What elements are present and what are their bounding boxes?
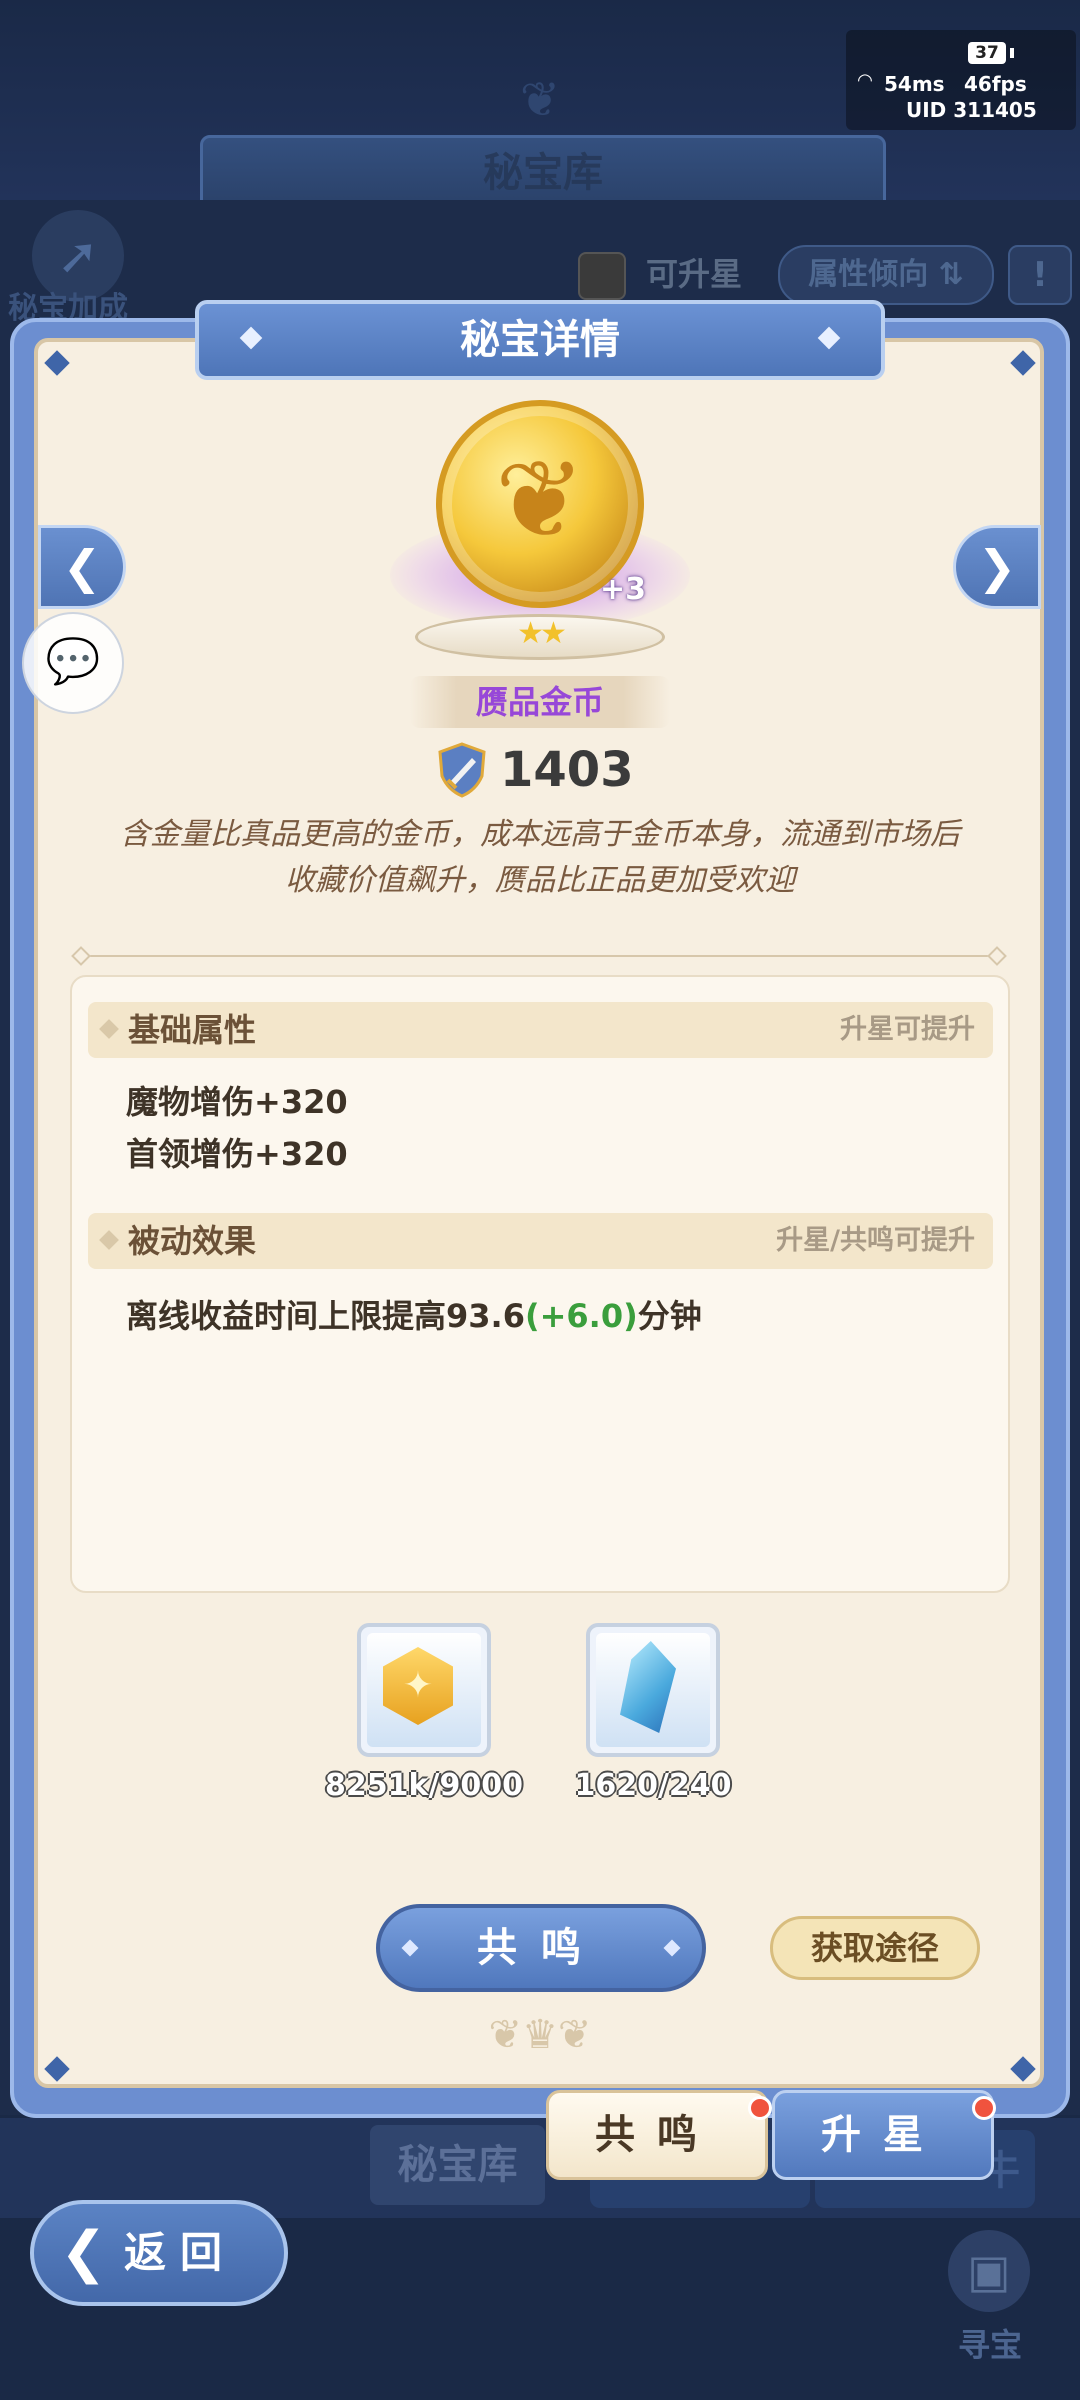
tab-resonate[interactable]: 共鸣 bbox=[546, 2090, 768, 2180]
attributes-panel bbox=[70, 975, 1010, 1593]
basic-attributes-title: 基础属性 bbox=[128, 1011, 257, 1049]
wifi-icon: ◠ bbox=[858, 70, 872, 91]
user-id: UID 311405 bbox=[906, 98, 1037, 122]
star-icon: ✦ bbox=[402, 1665, 434, 1706]
treasure-chest-icon: ▣ bbox=[948, 2230, 1030, 2312]
info-button[interactable]: ! bbox=[1008, 245, 1072, 305]
fps-value: 46fps bbox=[964, 72, 1027, 96]
sparkle-icon bbox=[99, 1230, 119, 1250]
resonate-button[interactable]: 共鸣 bbox=[376, 1904, 706, 1992]
performance-overlay: 37 ◠ 54ms 46fps UID 311405 bbox=[846, 30, 1076, 130]
passive-effect-unit: 分钟 bbox=[637, 1297, 702, 1335]
item-description: 含金量比真品更高的金币，成本远高于金币本身，流通到市场后收藏价值飙升，赝品比正品… bbox=[120, 817, 960, 898]
treasure-hunt-label: 寻宝 bbox=[957, 2326, 1022, 2364]
back-button[interactable]: ❮ 返回 bbox=[30, 2200, 288, 2306]
material-count: 8251k/9000 bbox=[325, 1768, 523, 1803]
passive-effect-hint: 升星/共鸣可提升 bbox=[776, 1225, 975, 1256]
next-item-button[interactable]: ❯ bbox=[953, 525, 1041, 609]
chat-bubble-icon: 💬 bbox=[45, 636, 101, 687]
battery-icon: 37 bbox=[968, 42, 1006, 64]
combat-power-value: 1403 bbox=[500, 742, 634, 798]
back-label: 返回 bbox=[124, 2228, 237, 2277]
notification-dot bbox=[748, 2096, 772, 2120]
chat-button[interactable]: 💬 bbox=[22, 612, 124, 714]
previous-item-button[interactable]: ❮ bbox=[38, 525, 126, 609]
obtain-source-button[interactable]: 获取途径 bbox=[770, 1916, 980, 1980]
upgradable-label: 可升星 bbox=[646, 255, 743, 293]
battery-tip bbox=[1010, 48, 1014, 58]
basic-attributes-hint: 升星可提升 bbox=[840, 1014, 975, 1045]
section-divider bbox=[78, 955, 1000, 957]
ping-value: 54ms bbox=[884, 72, 945, 96]
stat-line: 魔物增伤+320 bbox=[126, 1083, 348, 1121]
passive-effect-header: 被动效果 升星/共鸣可提升 bbox=[88, 1213, 993, 1269]
header-ornament-icon: ❦ bbox=[519, 72, 561, 128]
stat-line: 首领增伤+320 bbox=[126, 1135, 348, 1173]
star-icon: ★ bbox=[517, 616, 544, 651]
passive-effect-line: 离线收益时间上限提高93.6(+6.0)分钟 bbox=[126, 1292, 702, 1340]
background-title: 秘宝库 bbox=[483, 150, 603, 196]
tab-treasure-library[interactable]: 秘宝库 bbox=[370, 2125, 545, 2205]
combat-power-shield-icon bbox=[438, 742, 486, 798]
attribute-filter-button[interactable]: 属性倾向 ⇅ bbox=[778, 245, 994, 305]
chevron-right-icon: ❯ bbox=[977, 540, 1017, 594]
enhance-level-badge: +3 bbox=[600, 572, 647, 607]
upgradable-checkbox[interactable] bbox=[578, 252, 626, 300]
item-name-plate: 赝品金币 bbox=[410, 676, 670, 728]
star-rating: ★★ bbox=[505, 614, 575, 654]
notification-dot bbox=[972, 2096, 996, 2120]
passive-effect-text: 离线收益时间上限提高93.6 bbox=[126, 1297, 525, 1335]
treasure-hunt-button[interactable]: ▣ 寻宝 bbox=[930, 2230, 1050, 2380]
star-icon: ★ bbox=[540, 616, 567, 651]
back-arrow-icon: ❮ bbox=[60, 2220, 107, 2285]
basic-attributes-header: 基础属性 升星可提升 bbox=[88, 1002, 993, 1058]
passive-effect-title: 被动效果 bbox=[128, 1222, 257, 1260]
chevron-left-icon: ❮ bbox=[62, 540, 102, 594]
modal-title: 秘宝详情 bbox=[460, 317, 620, 363]
item-name: 赝品金币 bbox=[475, 683, 604, 721]
attribute-filter-label: 属性倾向 bbox=[808, 257, 929, 292]
tab-resonate-label: 共鸣 bbox=[595, 2112, 719, 2158]
sparkle-icon bbox=[99, 1019, 119, 1039]
tab-upstar[interactable]: 升星 bbox=[772, 2090, 994, 2180]
passive-effect-bonus: (+6.0) bbox=[524, 1297, 638, 1335]
tab-upstar-label: 升星 bbox=[821, 2112, 945, 2158]
material-count: 1620/240 bbox=[574, 1768, 732, 1803]
modal-header: 秘宝详情 bbox=[195, 300, 885, 380]
material-slot-gold[interactable]: ✦ bbox=[357, 1623, 491, 1757]
material-slot-crystal[interactable] bbox=[586, 1623, 720, 1757]
resonate-label: 共鸣 bbox=[477, 1925, 605, 1971]
footer-ornament-icon: ❦♛❦ bbox=[488, 2012, 592, 2058]
